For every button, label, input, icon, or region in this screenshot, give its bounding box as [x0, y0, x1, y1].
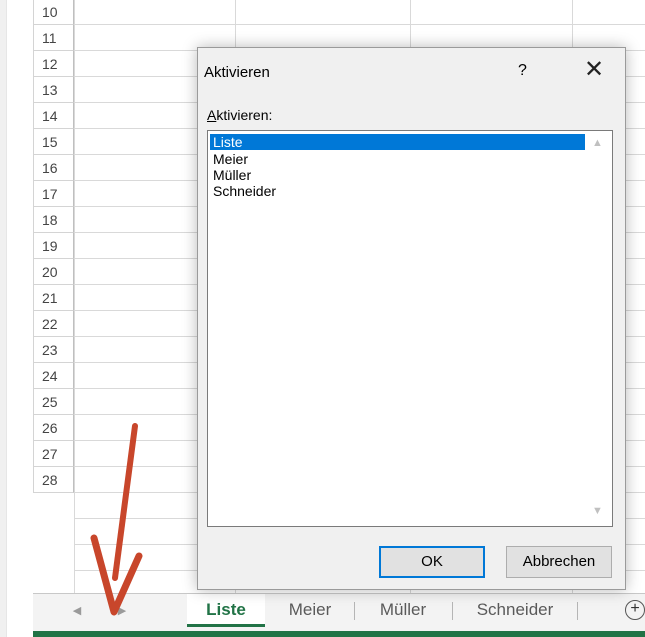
row-header[interactable]: 15 [33, 129, 74, 155]
list-item[interactable]: Schneider [210, 183, 276, 199]
row-header[interactable]: 17 [33, 181, 74, 207]
row-header[interactable]: 13 [33, 77, 74, 103]
row-header[interactable]: 19 [33, 233, 74, 259]
row-header[interactable]: 22 [33, 311, 74, 337]
status-bar [33, 631, 645, 637]
help-icon[interactable]: ? [518, 62, 527, 80]
row-header[interactable]: 28 [33, 467, 74, 493]
sheet-tab-schneider[interactable]: Schneider [455, 594, 575, 627]
row-header[interactable]: 27 [33, 441, 74, 467]
row-header[interactable]: 21 [33, 285, 74, 311]
sheet-tab-meier[interactable]: Meier [269, 594, 351, 627]
tab-separator [354, 602, 355, 620]
scroll-down-icon[interactable]: ▼ [592, 505, 603, 517]
ok-button[interactable]: OK [379, 546, 485, 578]
row-header[interactable]: 16 [33, 155, 74, 181]
activate-dialog: Aktivieren ? ✕ Aktivieren: Liste Meier M… [197, 47, 626, 590]
sheet-tab-liste[interactable]: Liste [187, 594, 265, 627]
row-header[interactable]: 23 [33, 337, 74, 363]
close-icon[interactable]: ✕ [582, 58, 606, 82]
label-mnemonic: A [207, 107, 217, 123]
list-item[interactable]: Liste [210, 134, 585, 150]
grid-line [74, 0, 75, 594]
scroll-up-icon[interactable]: ▲ [592, 137, 603, 149]
row-header[interactable]: 10 [33, 0, 74, 25]
tab-separator [452, 602, 453, 620]
sheet-listbox[interactable]: Liste Meier Müller Schneider ▲ ▼ [207, 130, 613, 527]
listbox-scrollbar[interactable]: ▲ ▼ [584, 131, 612, 526]
row-header[interactable]: 11 [33, 25, 74, 51]
row-header[interactable]: 20 [33, 259, 74, 285]
tab-separator [577, 602, 578, 620]
plus-circle-icon[interactable]: + [625, 600, 645, 620]
row-header[interactable]: 26 [33, 415, 74, 441]
list-item[interactable]: Meier [210, 151, 248, 167]
row-header[interactable]: 12 [33, 51, 74, 77]
row-header[interactable]: 14 [33, 103, 74, 129]
scroll-tabs-left-icon[interactable]: ◀ [70, 604, 84, 617]
row-header[interactable]: 18 [33, 207, 74, 233]
cancel-button[interactable]: Abbrechen [506, 546, 612, 578]
sheet-list-label: Aktivieren: [207, 107, 272, 123]
grid-line [74, 24, 645, 25]
dialog-title: Aktivieren [204, 64, 270, 81]
label-rest: ktivieren: [216, 107, 273, 123]
list-item[interactable]: Müller [210, 167, 251, 183]
row-header[interactable]: 25 [33, 389, 74, 415]
sheet-tab-mueller[interactable]: Müller [357, 594, 449, 627]
red-arrow-down-icon [90, 423, 143, 616]
row-header[interactable]: 24 [33, 363, 74, 389]
window-edge [0, 0, 7, 637]
